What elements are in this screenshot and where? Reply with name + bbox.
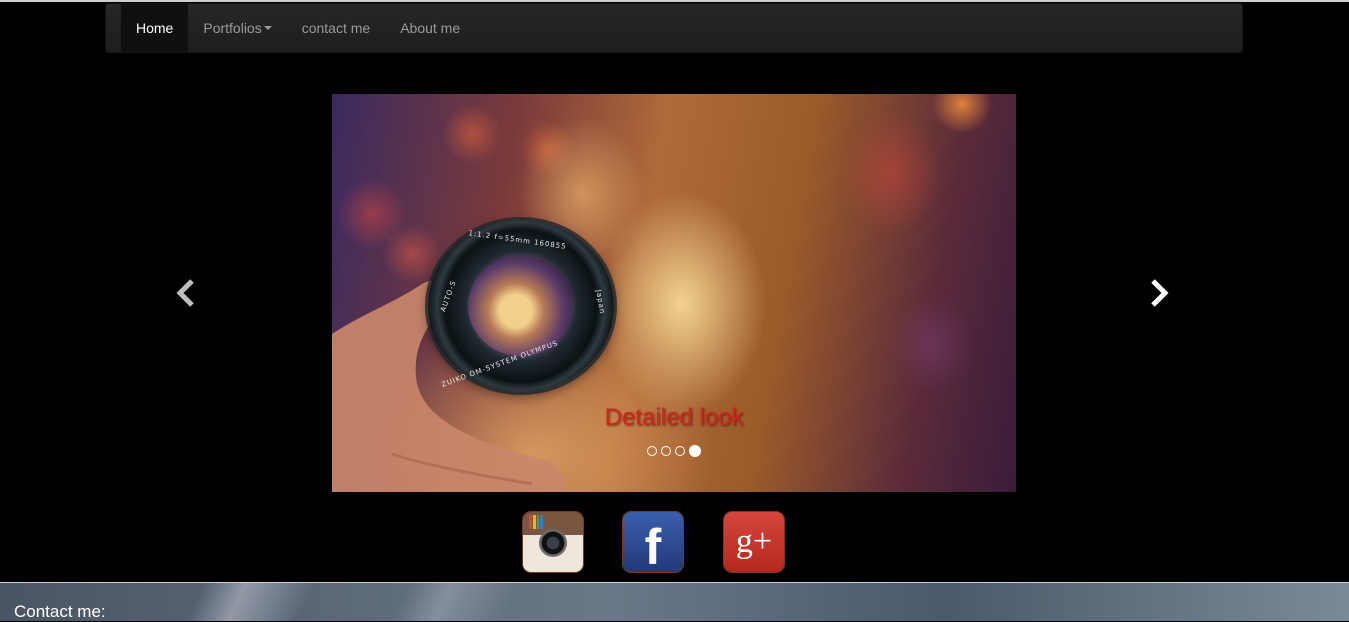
lens-glass bbox=[468, 256, 574, 356]
image-carousel: 1:1.2 f=55mm 160855 AUTO-S ZUIKO OM-SYST… bbox=[0, 94, 1349, 492]
google-plus-icon: g+ bbox=[735, 523, 773, 560]
indicator-dot-2[interactable] bbox=[661, 446, 671, 456]
google-plus-link[interactable]: g+ bbox=[724, 512, 784, 572]
nav-portfolios-label: Portfolios bbox=[203, 20, 262, 36]
carousel-slide: 1:1.2 f=55mm 160855 AUTO-S ZUIKO OM-SYST… bbox=[332, 94, 1016, 492]
nav-about-label: About me bbox=[400, 20, 461, 36]
footer-title: Contact me: bbox=[14, 602, 106, 621]
caret-down-icon bbox=[263, 26, 272, 30]
lens-text-left: AUTO-S bbox=[439, 279, 458, 313]
lens-text-right: Japan bbox=[594, 289, 607, 315]
nav-menu: Home Portfolios contact me About me bbox=[121, 4, 475, 52]
nav-contact[interactable]: contact me bbox=[287, 4, 385, 52]
indicator-dot-3[interactable] bbox=[675, 446, 685, 456]
top-border bbox=[0, 0, 1349, 2]
nav-home-label: Home bbox=[136, 20, 174, 36]
carousel-next-button[interactable] bbox=[1129, 94, 1189, 492]
nav-contact-label: contact me bbox=[301, 20, 371, 36]
instagram-icon bbox=[539, 529, 567, 557]
social-links: f g+ bbox=[0, 512, 1349, 572]
indicator-dot-4[interactable] bbox=[689, 445, 701, 457]
nav-home[interactable]: Home bbox=[121, 4, 189, 52]
facebook-link[interactable]: f bbox=[623, 512, 683, 572]
chevron-right-icon bbox=[1151, 279, 1169, 307]
chevron-left-icon bbox=[176, 279, 194, 307]
carousel-indicators bbox=[332, 445, 1016, 457]
camera-lens-image: 1:1.2 f=55mm 160855 AUTO-S ZUIKO OM-SYST… bbox=[428, 220, 614, 392]
indicator-dot-1[interactable] bbox=[647, 446, 657, 456]
lens-text-top: 1:1.2 f=55mm 160855 bbox=[467, 229, 568, 251]
instagram-link[interactable] bbox=[523, 512, 583, 572]
facebook-icon: f bbox=[644, 519, 662, 572]
carousel-prev-button[interactable] bbox=[156, 94, 216, 492]
instagram-stripes bbox=[529, 515, 543, 529]
navbar: Home Portfolios contact me About me bbox=[105, 3, 1243, 53]
footer: Contact me: bbox=[0, 582, 1349, 621]
nav-about[interactable]: About me bbox=[385, 4, 475, 52]
slide-caption: Detailed look bbox=[604, 404, 744, 431]
nav-portfolios-dropdown[interactable]: Portfolios bbox=[188, 4, 286, 52]
